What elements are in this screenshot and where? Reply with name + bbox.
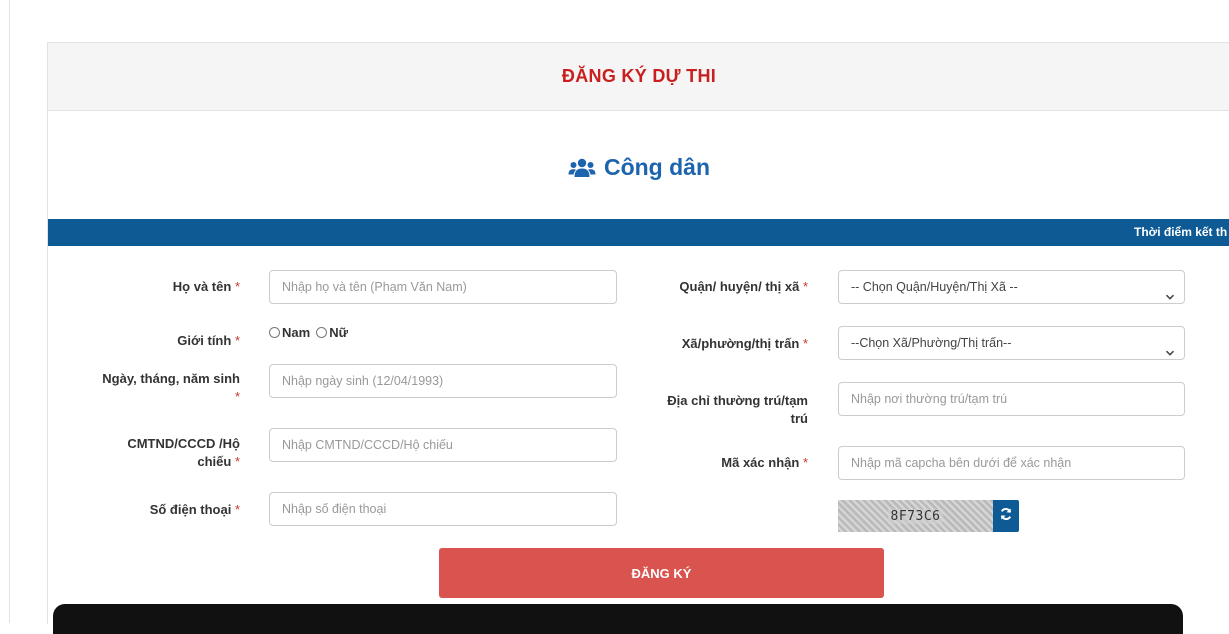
captcha-code: 8F73C6 [887,508,944,524]
required-mark: * [802,279,808,294]
required-mark: * [234,454,240,469]
register-button[interactable]: ĐĂNG KÝ [439,548,884,598]
notice-bar: Thời điểm kết th [48,219,1229,246]
district-select[interactable]: -- Chọn Quận/Huyện/Thị Xã -- [838,270,1185,304]
section-title: Công dân [603,154,711,180]
district-label: Quận/ huyện/ thị xã * [630,278,808,296]
captcha-label: Mã xác nhận * [630,454,808,472]
address-label: Địa chỉ thường trú/tạm trú [630,392,808,428]
chevron-down-icon [1165,338,1175,359]
section-heading: Công dân [48,154,1229,181]
required-mark: * [234,502,240,517]
users-icon [568,158,596,178]
dob-input[interactable]: Nhập ngày sinh (12/04/1993) [269,364,617,398]
refresh-icon [999,507,1013,526]
phone-label: Số điện thoại * [100,501,240,519]
ward-label-text: Xã/phường/thị trấn [681,336,800,351]
dob-label: Ngày, tháng, năm sinh * [60,370,240,406]
captcha-refresh-button[interactable] [993,500,1019,532]
required-mark: * [802,455,808,470]
bottom-bar [53,604,1183,634]
id-number-label-line2: chiếu [197,454,232,469]
captcha-input[interactable]: Nhập mã capcha bên dưới để xác nhận [838,446,1185,480]
page-title: ĐĂNG KÝ DỰ THI [561,66,717,86]
gender-option-female-label: Nữ [329,325,348,340]
id-number-input[interactable]: Nhập CMTND/CCCD/Hộ chiếu [269,428,617,462]
gender-label-text: Giới tính [177,333,232,348]
district-label-text: Quận/ huyện/ thị xã [679,279,800,294]
address-label-line1: Địa chỉ thường trú/tạm [667,393,808,408]
ward-label: Xã/phường/thị trấn * [630,335,808,353]
gender-option-male-label: Nam [282,325,311,340]
required-mark: * [234,279,240,294]
id-number-label-line1: CMTND/CCCD /Hộ [127,436,240,451]
captcha-label-text: Mã xác nhận [721,455,800,470]
fullname-label: Họ và tên * [100,278,240,296]
address-input[interactable]: Nhập nơi thường trú/tạm trú [838,382,1185,416]
chevron-down-icon [1165,282,1175,303]
required-mark: * [802,336,808,351]
district-select-value: -- Chọn Quận/Huyện/Thị Xã -- [851,280,1018,294]
required-mark: * [234,389,240,404]
dob-label-text: Ngày, tháng, năm sinh [102,371,240,386]
captcha-image: 8F73C6 [838,500,993,532]
id-number-label: CMTND/CCCD /Hộ chiếu * [80,435,240,471]
gender-radio-male[interactable] [269,327,280,338]
ward-select[interactable]: --Chọn Xã/Phường/Thị trấn-- [838,326,1185,360]
gender-label: Giới tính * [100,332,240,350]
gender-radio-female[interactable] [316,327,328,338]
required-mark: * [234,333,240,348]
notice-text: Thời điểm kết th [1134,225,1228,239]
fullname-label-text: Họ và tên [172,279,232,294]
address-label-line2: trú [790,411,808,426]
gender-options: Nam Nữ [269,325,348,340]
phone-input[interactable]: Nhập số điện thoại [269,492,617,526]
panel-header: ĐĂNG KÝ DỰ THI [48,43,1229,111]
phone-label-text: Số điện thoại [149,502,232,517]
page-edge [0,0,10,623]
fullname-input[interactable]: Nhập họ và tên (Phạm Văn Nam) [269,270,617,304]
ward-select-value: --Chọn Xã/Phường/Thị trấn-- [851,336,1012,350]
